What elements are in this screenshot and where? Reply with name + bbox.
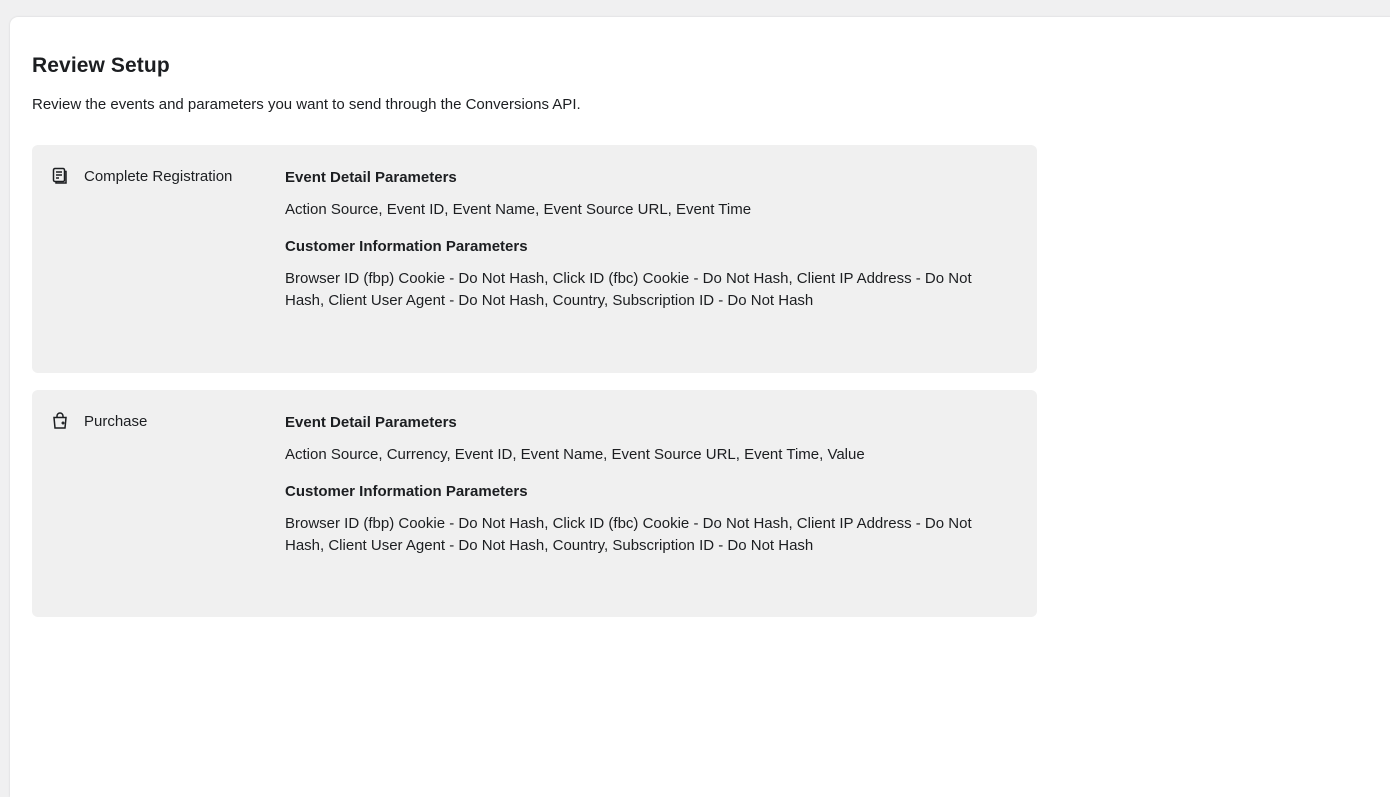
- event-parameters: Event Detail Parameters Action Source, C…: [285, 414, 1005, 574]
- event-detail-heading: Event Detail Parameters: [285, 169, 457, 186]
- customer-info-values: Browser ID (fbp) Cookie - Do Not Hash, C…: [285, 515, 972, 554]
- page-title: Review Setup: [32, 54, 170, 77]
- event-name-row: Purchase: [51, 412, 147, 430]
- shopping-bag-icon: [51, 412, 69, 430]
- event-name-row: Complete Registration: [51, 167, 232, 185]
- event-card-purchase: Purchase Event Detail Parameters Action …: [32, 390, 1037, 617]
- review-setup-panel: Review Setup Review the events and param…: [10, 17, 1390, 797]
- customer-info-values: Browser ID (fbp) Cookie - Do Not Hash, C…: [285, 270, 972, 309]
- event-name-label: Purchase: [84, 412, 148, 430]
- event-detail-values: Action Source, Event ID, Event Name, Eve…: [285, 201, 752, 218]
- page-subtitle: Review the events and parameters you wan…: [32, 96, 581, 113]
- event-detail-heading: Event Detail Parameters: [285, 414, 457, 431]
- registration-form-icon: [51, 167, 69, 185]
- event-card-complete-registration: Complete Registration Event Detail Param…: [32, 145, 1037, 373]
- customer-info-heading: Customer Information Parameters: [285, 238, 528, 255]
- event-parameters: Event Detail Parameters Action Source, E…: [285, 169, 1005, 329]
- customer-info-heading: Customer Information Parameters: [285, 483, 528, 500]
- event-detail-values: Action Source, Currency, Event ID, Event…: [285, 446, 865, 463]
- event-name-label: Complete Registration: [84, 167, 233, 185]
